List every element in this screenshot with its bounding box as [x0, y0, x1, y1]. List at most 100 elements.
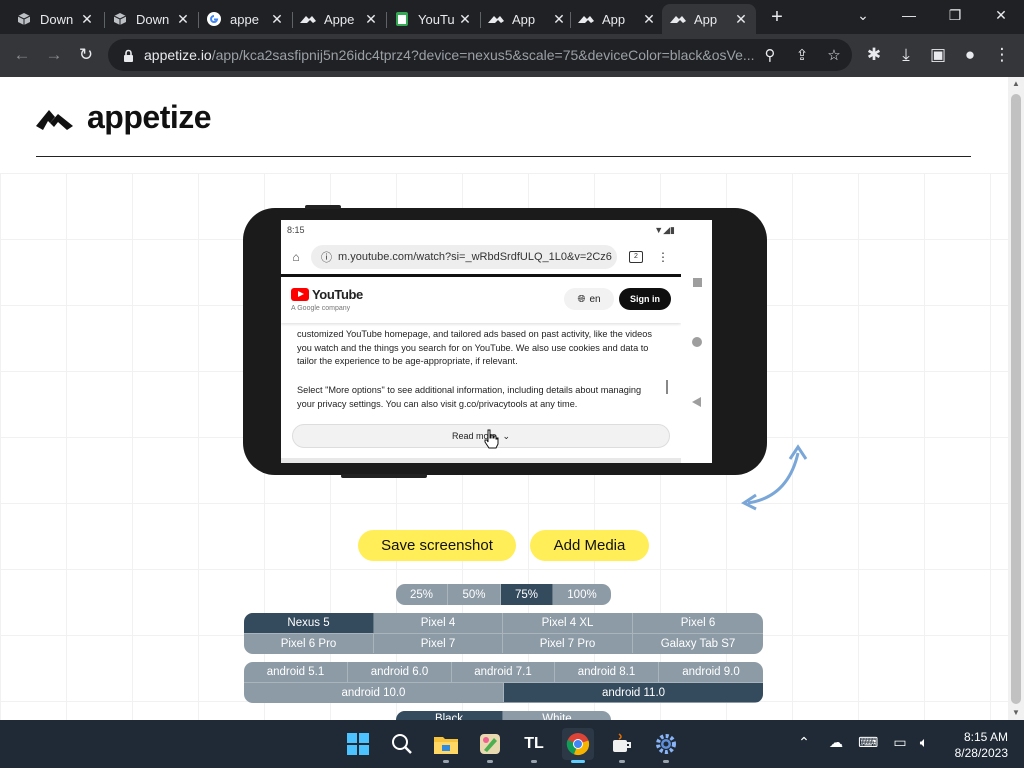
tab-search-button[interactable]: ⌄ [840, 0, 886, 30]
forward-button[interactable]: → [42, 43, 66, 67]
file-explorer-icon[interactable] [430, 728, 462, 763]
google-icon [206, 11, 222, 27]
browser-tab[interactable]: Down ✕ [104, 4, 198, 34]
cube-icon [16, 11, 32, 27]
close-icon[interactable]: ✕ [364, 11, 378, 28]
os-option-selected[interactable]: android 11.0 [504, 683, 763, 702]
network-icon[interactable]: ▭ [890, 734, 910, 751]
chrome-icon[interactable] [562, 728, 594, 763]
cube-icon [112, 11, 128, 27]
onedrive-off-icon[interactable]: ☁ [826, 734, 846, 751]
close-icon[interactable]: ✕ [176, 11, 190, 28]
device-option[interactable]: Pixel 4 [374, 613, 503, 633]
minimize-button[interactable]: — [886, 0, 932, 30]
scale-option-selected[interactable]: 75% [501, 584, 553, 605]
browser-tab[interactable]: Appe ✕ [292, 4, 386, 34]
os-version-selector: android 5.1 android 6.0 android 7.1 andr… [244, 662, 763, 703]
os-option[interactable]: android 7.1 [452, 662, 555, 682]
device-selector: Nexus 5 Pixel 4 Pixel 4 XL Pixel 6 Pixel… [244, 613, 763, 654]
windows-start-icon[interactable] [342, 728, 374, 760]
search-icon[interactable] [386, 728, 418, 760]
side-panel-icon[interactable]: ▣ [926, 43, 950, 67]
back-button[interactable]: ← [10, 43, 34, 67]
download-icon[interactable]: ⤓ [894, 43, 918, 67]
close-icon[interactable]: ✕ [734, 11, 748, 28]
reload-button[interactable]: ↻ [74, 43, 98, 67]
device-option[interactable]: Pixel 7 Pro [503, 634, 633, 653]
mobile-address-bar[interactable]: ⓘ m.youtube.com/watch?si=_wRbdSrdfULQ_1L0… [311, 245, 617, 269]
recents-icon[interactable] [693, 278, 702, 287]
home-icon[interactable]: ⌂ [281, 250, 311, 264]
add-media-button[interactable]: Add Media [530, 530, 649, 561]
page-scrollbar[interactable]: ▲ ▼ [1008, 77, 1024, 720]
scale-option[interactable]: 25% [396, 584, 448, 605]
paint-icon[interactable] [474, 728, 506, 763]
java-icon[interactable] [606, 728, 638, 763]
save-screenshot-button[interactable]: Save screenshot [358, 530, 516, 561]
mobile-tab-count[interactable]: 2 [629, 251, 643, 263]
device-volume-button [341, 474, 427, 478]
bookmark-star-icon[interactable]: ☆ [824, 45, 844, 65]
scroll-down-arrow[interactable]: ▼ [1008, 706, 1024, 720]
os-option[interactable]: android 10.0 [244, 683, 504, 702]
close-icon[interactable]: ✕ [552, 11, 566, 28]
color-option-selected[interactable]: Black [396, 711, 503, 720]
close-icon[interactable]: ✕ [270, 11, 284, 28]
browser-tab[interactable]: appe ✕ [198, 4, 292, 34]
read-more-button[interactable]: Read more ⌄ [292, 424, 670, 449]
scale-option[interactable]: 100% [553, 584, 611, 605]
device-option[interactable]: Pixel 7 [374, 634, 503, 653]
browser-tab[interactable]: App ✕ [570, 4, 664, 34]
appetize-icon [670, 11, 686, 27]
device-option[interactable]: Pixel 6 Pro [244, 634, 374, 653]
android-home-icon[interactable] [692, 337, 702, 347]
youtube-logo[interactable]: YouTube [291, 287, 363, 302]
close-icon[interactable]: ✕ [642, 11, 656, 28]
volume-icon[interactable]: 🔈︎ [914, 734, 934, 751]
device-option[interactable]: Pixel 4 XL [503, 613, 633, 633]
language-button[interactable]: 🌐︎ en [564, 288, 614, 310]
tray-overflow-icon[interactable]: ⌃ [794, 734, 814, 751]
os-option[interactable]: android 9.0 [659, 662, 763, 682]
menu-kebab-icon[interactable]: ⋮ [990, 43, 1014, 67]
browser-tab-active[interactable]: App ✕ [662, 4, 756, 34]
device-option[interactable]: Galaxy Tab S7 [633, 634, 763, 653]
device-option-selected[interactable]: Nexus 5 [244, 613, 374, 633]
system-clock[interactable]: 8:15 AM 8/28/2023 [946, 729, 1008, 761]
profile-icon[interactable]: ● [958, 43, 982, 67]
scroll-up-arrow[interactable]: ▲ [1008, 77, 1024, 91]
os-option[interactable]: android 5.1 [244, 662, 348, 682]
new-tab-button[interactable]: + [766, 6, 788, 28]
os-option[interactable]: android 6.0 [348, 662, 452, 682]
share-icon[interactable]: ⇪ [792, 45, 812, 65]
browser-tab[interactable]: Down ✕ [8, 4, 102, 34]
extensions-icon[interactable]: ✱ [862, 43, 886, 67]
color-option[interactable]: White [503, 711, 611, 720]
scale-option[interactable]: 50% [448, 584, 501, 605]
scrollbar-thumb[interactable] [1011, 94, 1021, 704]
tl-app-icon[interactable]: TL [518, 728, 550, 763]
appetize-icon [578, 11, 594, 27]
os-option[interactable]: android 8.1 [555, 662, 659, 682]
address-bar[interactable]: appetize.io/app/kca2sasfipnij5n26idc4tpr… [108, 39, 852, 71]
appetize-logo-icon [36, 109, 73, 130]
device-screen[interactable]: 8:15 ▼◢▮ ⌂ ⓘ m.youtube.com/watch?si=_wRbd… [281, 220, 712, 463]
window-close-button[interactable]: ✕ [978, 0, 1024, 30]
keyboard-icon[interactable]: ⌨ [858, 734, 878, 751]
device-option[interactable]: Pixel 6 [633, 613, 763, 633]
mobile-browser-toolbar: ⌂ ⓘ m.youtube.com/watch?si=_wRbdSrdfULQ_1… [281, 240, 681, 274]
sign-in-button[interactable]: Sign in [619, 288, 671, 310]
mobile-menu-icon[interactable]: ⋮ [657, 250, 669, 264]
appetize-logo[interactable]: appetize [36, 99, 212, 136]
settings-icon[interactable] [650, 728, 682, 763]
close-icon[interactable]: ✕ [458, 11, 472, 28]
rotate-device-icon[interactable] [740, 439, 812, 511]
zoom-icon[interactable]: ⚲ [760, 45, 780, 65]
page-header: appetize [0, 77, 1008, 173]
close-icon[interactable]: ✕ [80, 11, 94, 28]
android-back-icon[interactable] [692, 397, 701, 407]
scale-selector: 25% 50% 75% 100% [396, 584, 611, 605]
browser-tab[interactable]: App ✕ [480, 4, 574, 34]
browser-tab[interactable]: YouTu ✕ [386, 4, 480, 34]
maximize-button[interactable]: ❐ [932, 0, 978, 30]
